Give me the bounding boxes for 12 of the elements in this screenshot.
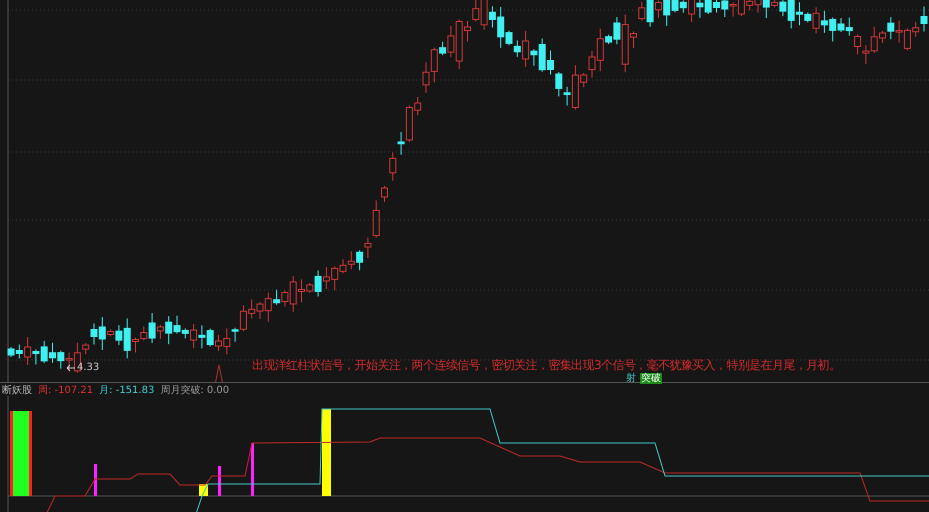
indicator-name: 断妖股 xyxy=(2,384,32,397)
signal-bar xyxy=(251,443,254,496)
signal-bar xyxy=(218,466,221,496)
indicator-reading: 周月突破: 0.00 xyxy=(160,384,230,397)
signal-label: 射 xyxy=(626,373,636,384)
indicator-reading: 周: -107.21 xyxy=(38,384,94,397)
indicator-reading: 月: -151.83 xyxy=(99,384,154,397)
annotation-text: 出现洋红柱状信号，开始关注，两个连续信号，密切关注，密集出现3个信号，毫不犹豫买入，特别是在月尾，月初。 xyxy=(252,358,840,372)
annotation-arrow xyxy=(213,364,225,382)
arrow-icon xyxy=(66,364,76,372)
signal-bar xyxy=(94,464,97,496)
signal-tag: 突破 xyxy=(640,373,662,384)
